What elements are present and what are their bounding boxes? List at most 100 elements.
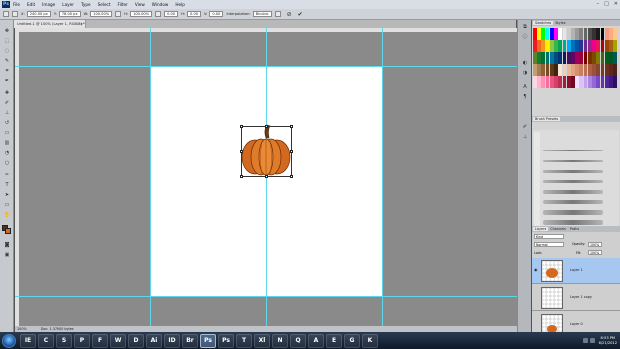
width-field[interactable]: 100.00% (90, 11, 113, 17)
color-swatch[interactable] (587, 76, 592, 88)
color-swatch[interactable] (571, 76, 575, 88)
color-swatch[interactable] (575, 76, 579, 88)
menu-window[interactable]: Window (152, 2, 169, 7)
brush-stroke-preview[interactable] (543, 210, 603, 215)
clone-stamp-tool-icon[interactable]: ⊥ (3, 110, 11, 117)
taskbar-app-icon[interactable]: IE (20, 333, 36, 348)
guide-line[interactable] (382, 28, 383, 326)
color-swatch[interactable] (583, 40, 588, 52)
color-swatch[interactable] (549, 52, 554, 64)
brush-stroke-preview[interactable] (543, 180, 603, 183)
color-swatch[interactable] (583, 64, 588, 76)
document-info[interactable]: Doc: 1.37M/0 bytes (41, 327, 74, 331)
tab-brush-presets[interactable]: Brush Presets (533, 117, 561, 121)
taskbar-app-icon[interactable]: Q (290, 333, 306, 348)
background-color-swatch[interactable] (5, 228, 11, 234)
opacity-field[interactable]: 100% (588, 242, 602, 247)
color-swatch[interactable] (541, 40, 546, 52)
taskbar-app-icon[interactable]: S (56, 333, 72, 348)
color-swatch[interactable] (592, 64, 596, 76)
taskbar-app-icon[interactable]: Xl (254, 333, 270, 348)
color-swatch[interactable] (579, 28, 584, 40)
menu-select[interactable]: Select (98, 2, 111, 7)
color-swatch[interactable] (575, 64, 579, 76)
tab-swatches[interactable]: Swatches (533, 21, 554, 25)
color-swatch[interactable] (554, 40, 558, 52)
color-swatch[interactable] (579, 64, 584, 76)
network-icon[interactable] (582, 338, 588, 343)
color-swatch[interactable] (600, 40, 605, 52)
brush-tool-icon[interactable]: ✐ (3, 100, 11, 107)
paragraph-panel-icon[interactable]: ¶ (521, 94, 529, 101)
taskbar-app-icon[interactable]: E (326, 333, 342, 348)
color-swatch[interactable] (566, 40, 571, 52)
color-swatch[interactable] (609, 76, 613, 88)
color-swatch[interactable] (545, 40, 550, 52)
shape-tool-icon[interactable]: ▭ (3, 202, 11, 209)
color-swatch[interactable] (587, 52, 592, 64)
gradient-tool-icon[interactable]: ▥ (3, 140, 11, 147)
color-swatch[interactable] (549, 76, 554, 88)
maximize-button[interactable]: □ (604, 1, 609, 7)
guide-line[interactable] (15, 296, 517, 297)
taskbar-app-icon[interactable]: C (38, 333, 54, 348)
v-skew-field[interactable]: 0.00 (209, 11, 224, 17)
color-swatch[interactable] (579, 76, 584, 88)
layer-kind-filter[interactable]: Kind (534, 234, 564, 239)
color-swatch[interactable] (613, 64, 617, 76)
tab-paths[interactable]: Paths (568, 227, 581, 231)
layer-name[interactable]: Layer 0 (570, 322, 583, 326)
menu-type[interactable]: Type (81, 2, 91, 7)
color-swatch[interactable] (566, 64, 571, 76)
color-swatch[interactable] (596, 76, 601, 88)
vertical-ruler[interactable] (15, 28, 19, 326)
color-swatch[interactable] (541, 28, 546, 40)
taskbar-app-icon[interactable]: D (128, 333, 144, 348)
history-brush-tool-icon[interactable]: ↺ (3, 120, 11, 127)
eraser-tool-icon[interactable]: ▭ (3, 130, 11, 137)
color-swatch[interactable] (533, 28, 537, 40)
color-swatch[interactable] (592, 28, 596, 40)
color-swatch[interactable] (562, 76, 567, 88)
height-field[interactable]: 100.00% (130, 11, 153, 17)
menu-view[interactable]: View (135, 2, 145, 7)
transform-handle[interactable] (265, 175, 268, 178)
color-swatch[interactable] (613, 40, 617, 52)
move-tool-icon[interactable]: ✥ (3, 28, 11, 35)
color-swatch[interactable] (583, 76, 588, 88)
color-swatch[interactable] (583, 52, 588, 64)
layer-name[interactable]: Layer 1 (570, 268, 583, 272)
zoom-tool-icon[interactable] (3, 216, 11, 223)
menu-file[interactable]: File (13, 2, 20, 7)
transform-handle[interactable] (290, 150, 293, 153)
color-swatch[interactable] (604, 40, 609, 52)
menu-image[interactable]: Image (42, 2, 55, 7)
color-swatch[interactable] (549, 64, 554, 76)
color-swatch[interactable] (596, 40, 601, 52)
color-swatch[interactable] (592, 52, 596, 64)
color-swatch[interactable] (533, 64, 537, 76)
fill-field[interactable]: 100% (588, 250, 602, 255)
color-swatch[interactable] (575, 52, 579, 64)
clone-source-panel-icon[interactable]: ⊥ (521, 134, 529, 141)
color-swatch[interactable] (537, 28, 541, 40)
color-swatch[interactable] (571, 28, 575, 40)
tab-styles[interactable]: Styles (553, 21, 567, 25)
pen-tool-icon[interactable]: ✑ (3, 172, 11, 179)
color-swatch[interactable] (600, 64, 605, 76)
color-swatch[interactable] (587, 28, 592, 40)
taskbar-app-icon[interactable]: ID (164, 333, 180, 348)
canvas-area[interactable] (15, 28, 517, 326)
color-swatch[interactable] (533, 52, 537, 64)
color-swatch[interactable] (562, 28, 567, 40)
color-swatch[interactable] (613, 28, 617, 40)
tab-channels[interactable]: Channels (548, 227, 568, 231)
color-swatch[interactable] (587, 64, 592, 76)
document-tab-close-icon[interactable]: × (80, 20, 83, 28)
guide-line[interactable] (150, 28, 151, 326)
taskbar-app-icon[interactable]: A (308, 333, 324, 348)
color-swatch[interactable] (566, 28, 571, 40)
layer-row[interactable]: Layer 1 copy (532, 285, 620, 311)
adjustments-panel-icon[interactable]: ◑ (521, 70, 529, 77)
color-swatch[interactable] (613, 52, 617, 64)
